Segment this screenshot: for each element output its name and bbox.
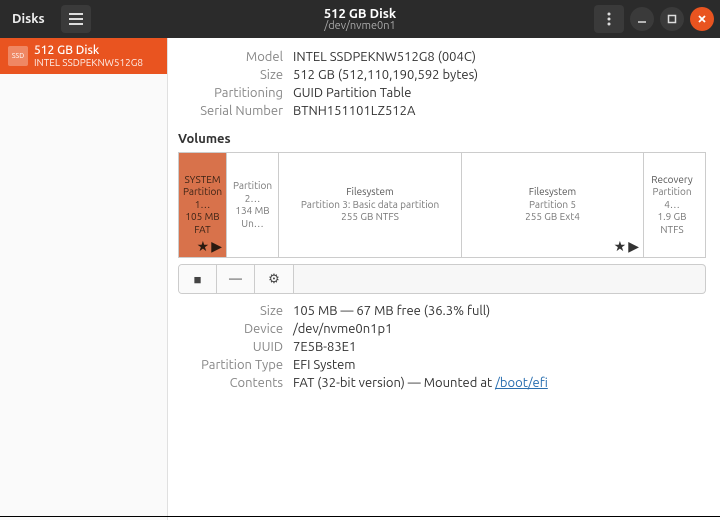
label-partitioning: Partitioning (178, 86, 283, 100)
app-title: Disks (12, 12, 45, 26)
delete-partition-button[interactable]: — (217, 265, 255, 293)
disk-info: Model INTEL SSDPEKNW512G8 (004C) Size 51… (178, 50, 706, 118)
value-device: /dev/nvme0n1p1 (293, 322, 392, 336)
sidebar: SSD 512 GB Disk INTEL SSDPEKNW512G8 (0, 38, 168, 520)
value-size: 512 GB (512,110,190,592 bytes) (293, 68, 478, 82)
ssd-icon: SSD (8, 46, 28, 66)
label-device: Device (178, 322, 283, 336)
volume-partition-1[interactable]: SYSTEM Partition 1… 105 MB FAT ★▶ (179, 153, 227, 257)
sidebar-disk-sublabel: INTEL SSDPEKNW512G8 (34, 57, 143, 68)
star-icon: ★ (197, 238, 210, 256)
headerbar: Disks 512 GB Disk /dev/nvme0n1 (0, 0, 720, 38)
label-uuid: UUID (178, 340, 283, 354)
volume-partition-4[interactable]: Recovery Partition 4… 1.9 GB NTFS (644, 153, 700, 257)
window-maximize-button[interactable] (660, 7, 684, 31)
value-partitioning: GUID Partition Table (293, 86, 411, 100)
value-partition-type: EFI System (293, 358, 355, 372)
volume-partition-3[interactable]: Filesystem Partition 3: Basic data parti… (279, 153, 462, 257)
sidebar-disk-label: 512 GB Disk (34, 44, 143, 57)
label-contents: Contents (178, 376, 283, 390)
volume-strip: SYSTEM Partition 1… 105 MB FAT ★▶ Partit… (178, 152, 706, 258)
label-model: Model (178, 50, 283, 64)
sidebar-disk-item[interactable]: SSD 512 GB Disk INTEL SSDPEKNW512G8 (0, 38, 167, 74)
value-serial: BTNH151101LZ512A (293, 104, 415, 118)
bottom-divider (0, 516, 720, 517)
value-model: INTEL SSDPEKNW512G8 (004C) (293, 50, 476, 64)
label-vol-size: Size (178, 304, 283, 318)
header-center: 512 GB Disk /dev/nvme0n1 (324, 7, 396, 32)
partition-options-button[interactable]: ⚙ (255, 265, 293, 293)
label-size: Size (178, 68, 283, 82)
header-disk-subtitle: /dev/nvme0n1 (324, 20, 396, 32)
disk-menu-button[interactable] (594, 5, 624, 33)
volumes-header: Volumes (178, 132, 706, 146)
selected-volume-info: Size 105 MB — 67 MB free (36.3% full) De… (178, 304, 706, 390)
header-disk-title: 512 GB Disk (324, 7, 396, 21)
volume-toolbar: ■ — ⚙ (178, 264, 706, 294)
star-icon: ★ (614, 238, 627, 256)
unmount-button[interactable]: ■ (179, 265, 217, 293)
mount-point-link[interactable]: /boot/efi (495, 376, 548, 390)
main-panel: Model INTEL SSDPEKNW512G8 (004C) Size 51… (168, 38, 720, 520)
window-close-button[interactable] (690, 7, 714, 31)
label-serial: Serial Number (178, 104, 283, 118)
label-partition-type: Partition Type (178, 358, 283, 372)
volume-partition-2[interactable]: Partition 2… 134 MB Un… (227, 153, 279, 257)
value-uuid: 7E5B-83E1 (293, 340, 356, 354)
window-minimize-button[interactable] (630, 7, 654, 31)
value-contents: FAT (32-bit version) — Mounted at /boot/… (293, 376, 548, 390)
hamburger-menu-button[interactable] (61, 5, 91, 33)
value-vol-size: 105 MB — 67 MB free (36.3% full) (293, 304, 490, 318)
play-icon: ▶ (211, 238, 222, 256)
volume-partition-5[interactable]: Filesystem Partition 5 255 GB Ext4 ★▶ (462, 153, 644, 257)
play-icon: ▶ (628, 238, 639, 256)
